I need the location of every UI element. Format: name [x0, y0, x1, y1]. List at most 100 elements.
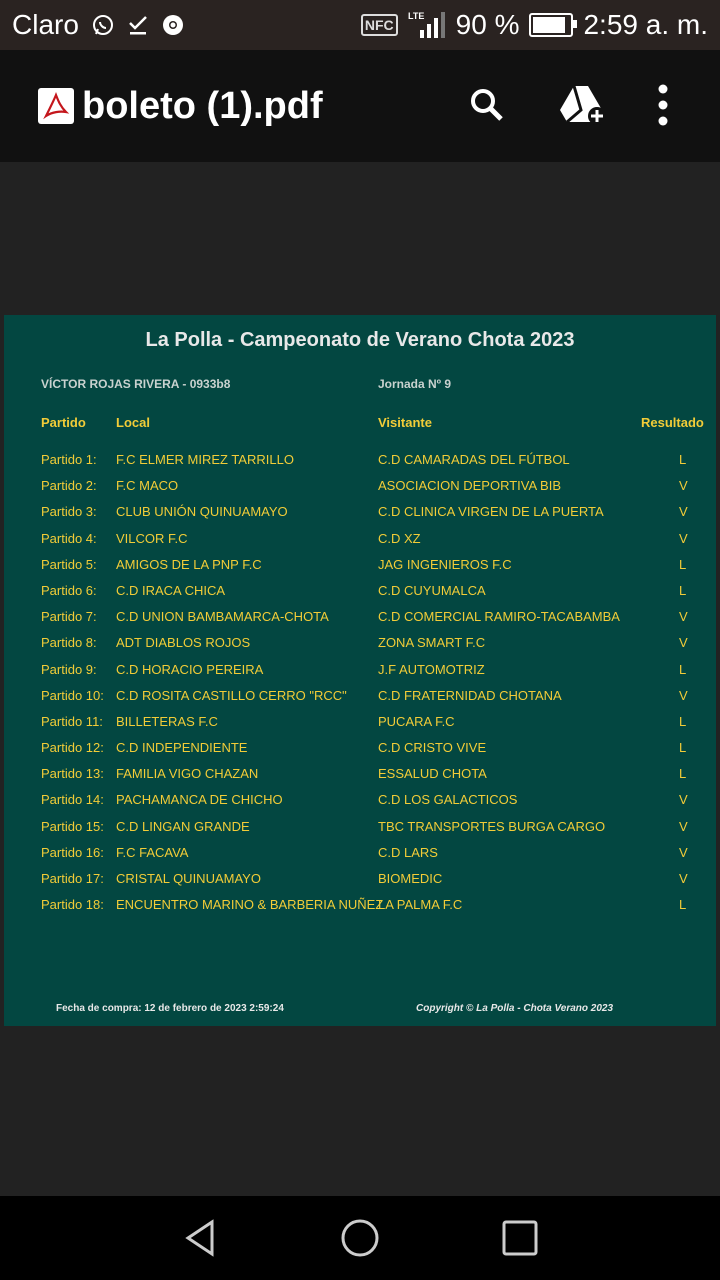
match-row: Partido 13: FAMILIA VIGO CHAZAN ESSALUD CH… [4, 766, 716, 792]
match-number: Partido 12: [41, 740, 104, 756]
match-number: Partido 8: [41, 635, 97, 651]
visiting-team: LA PALMA F.C [378, 897, 463, 913]
match-result: V [679, 687, 688, 703]
battery-icon [529, 13, 578, 37]
local-team: C.D HORACIO PEREIRA [116, 661, 264, 677]
local-team: C.D UNION BAMBAMARCA-CHOTA [116, 609, 329, 625]
chrome-icon [161, 13, 185, 37]
local-team: C.D IRACA CHICA [116, 582, 226, 598]
visiting-team: C.D XZ [378, 530, 421, 546]
match-row: Partido 17: CRISTAL QUINUAMAYO BIOMEDIC V [4, 871, 716, 897]
match-number: Partido 15: [41, 818, 104, 834]
recents-icon [502, 1220, 538, 1256]
visiting-team: C.D CRISTO VIVE [378, 740, 487, 756]
local-team: CRISTAL QUINUAMAYO [116, 871, 261, 886]
match-row: Partido 11: BILLETERAS F.C PUCARA F.C L [4, 714, 716, 740]
copyright-text: Copyright © La Polla - Chota Verano 2023 [416, 1003, 614, 1014]
more-vert-icon [658, 84, 668, 126]
match-row: Partido 10: C.D ROSITA CASTILLO CERRO "RC… [4, 688, 716, 714]
match-row: Partido 14: PACHAMANCA DE CHICHO C.D LOS G… [4, 792, 716, 818]
visiting-team: PUCARA F.C [378, 713, 455, 729]
match-row: Partido 8: ADT DIABLOS ROJOS ZONA SMART F.… [4, 635, 716, 661]
match-number: Partido 10: [41, 687, 104, 703]
local-team: F.C FACAVA [116, 844, 189, 860]
visiting-team: C.D CUYUMALCA [378, 582, 486, 598]
match-result: V [679, 818, 688, 834]
more-options-button[interactable] [638, 80, 688, 130]
download-done-icon [127, 14, 149, 36]
visiting-team: BIOMEDIC [378, 871, 443, 886]
local-team: AMIGOS DE LA PNP F.C [116, 556, 262, 572]
battery-percent: 90 % [455, 9, 520, 40]
nfc-icon: NFC [360, 14, 398, 36]
local-team: F.C MACO [116, 478, 179, 494]
match-number: Partido 16: [41, 844, 104, 860]
match-row: Partido 9: C.D HORACIO PEREIRA J.F AUTOMOT… [4, 662, 716, 688]
match-number: Partido 3: [41, 504, 97, 520]
match-number: Partido 2: [41, 478, 97, 494]
network-type-label: LTE [408, 11, 424, 21]
visiting-team: ESSALUD CHOTA [378, 766, 487, 782]
match-number: Partido 5: [41, 556, 97, 572]
signal-icon: LTE [408, 10, 446, 40]
match-result: V [679, 871, 688, 886]
pdf-viewer[interactable]: La Polla - Campeonato de Verano Chota 20… [0, 162, 720, 1196]
match-result: V [679, 478, 688, 494]
visiting-team: J.F AUTOMOTRIZ [378, 661, 485, 677]
back-button[interactable] [178, 1216, 222, 1260]
match-result: L [679, 556, 687, 572]
match-number: Partido 13: [41, 766, 104, 782]
status-bar: Claro NFC LTE 90 % 2:59 a. m. [0, 0, 720, 50]
local-team: C.D ROSITA CASTILLO CERRO "RCC" [116, 687, 347, 703]
local-team: VILCOR F.C [116, 530, 188, 546]
local-team: FAMILIA VIGO CHAZAN [116, 766, 259, 782]
match-number: Partido 18: [41, 897, 104, 913]
match-result: L [679, 452, 687, 467]
jornada-label: Jornada Nº 9 [378, 377, 452, 391]
match-row: Partido 18: ENCUENTRO MARINO & BARBERIA N… [4, 897, 716, 923]
match-result: L [679, 661, 687, 677]
match-row: Partido 15: C.D LINGAN GRANDE TBC TRANSPOR… [4, 819, 716, 845]
local-team: BILLETERAS F.C [116, 713, 218, 729]
recents-button[interactable] [498, 1216, 542, 1260]
app-bar: boleto (1).pdf [0, 50, 720, 162]
match-list: Partido 1: F.C ELMER MIREZ TARRILLO C.D CA… [4, 452, 716, 923]
local-team: PACHAMANCA DE CHICHO [116, 792, 283, 808]
match-result: L [679, 740, 687, 756]
match-row: Partido 3: CLUB UNIÓN QUINUAMAYO C.D CLINI… [4, 504, 716, 530]
search-button[interactable] [462, 80, 512, 130]
match-result: V [679, 792, 688, 808]
local-team: ADT DIABLOS ROJOS [116, 635, 251, 651]
match-number: Partido 6: [41, 582, 97, 598]
visiting-team: TBC TRANSPORTES BURGA CARGO [378, 818, 606, 834]
save-to-drive-button[interactable] [558, 80, 608, 130]
clock: 2:59 a. m. [583, 9, 708, 40]
match-row: Partido 6: C.D IRACA CHICA C.D CUYUMALCA L [4, 583, 716, 609]
visiting-team: C.D LARS [378, 844, 438, 860]
match-number: Partido 17: [41, 871, 104, 886]
file-name-title: boleto (1).pdf [82, 85, 323, 127]
purchase-date: Fecha de compra: 12 de febrero de 2023 2… [56, 1003, 284, 1014]
match-number: Partido 9: [41, 661, 97, 677]
match-row: Partido 5: AMIGOS DE LA PNP F.C JAG INGENI… [4, 557, 716, 583]
match-row: Partido 7: C.D UNION BAMBAMARCA-CHOTA C.D … [4, 609, 716, 635]
drive-add-icon [560, 85, 606, 125]
match-row: Partido 16: F.C FACAVA C.D LARS V [4, 845, 716, 871]
player-name: VÍCTOR ROJAS RIVERA - 0933b8 [41, 377, 231, 391]
visiting-team: C.D LOS GALACTICOS [378, 792, 518, 808]
match-result: L [679, 713, 687, 729]
home-button[interactable] [338, 1216, 382, 1260]
match-number: Partido 11: [41, 713, 103, 729]
match-number: Partido 14: [41, 792, 104, 808]
pdf-page[interactable]: La Polla - Campeonato de Verano Chota 20… [4, 315, 716, 1026]
search-icon [471, 89, 503, 121]
match-result: V [679, 530, 688, 546]
visiting-team: C.D CLINICA VIRGEN DE LA PUERTA [378, 504, 604, 520]
whatsapp-icon [91, 13, 115, 37]
header-resultado: Resultado [641, 415, 704, 430]
visiting-team: C.D COMERCIAL RAMIRO-TACABAMBA [378, 609, 620, 625]
status-bar-right: NFC LTE 90 % 2:59 a. m. [360, 0, 708, 50]
visiting-team: JAG INGENIEROS F.C [378, 556, 512, 572]
local-team: F.C ELMER MIREZ TARRILLO [116, 452, 294, 467]
battery-level [533, 17, 566, 33]
